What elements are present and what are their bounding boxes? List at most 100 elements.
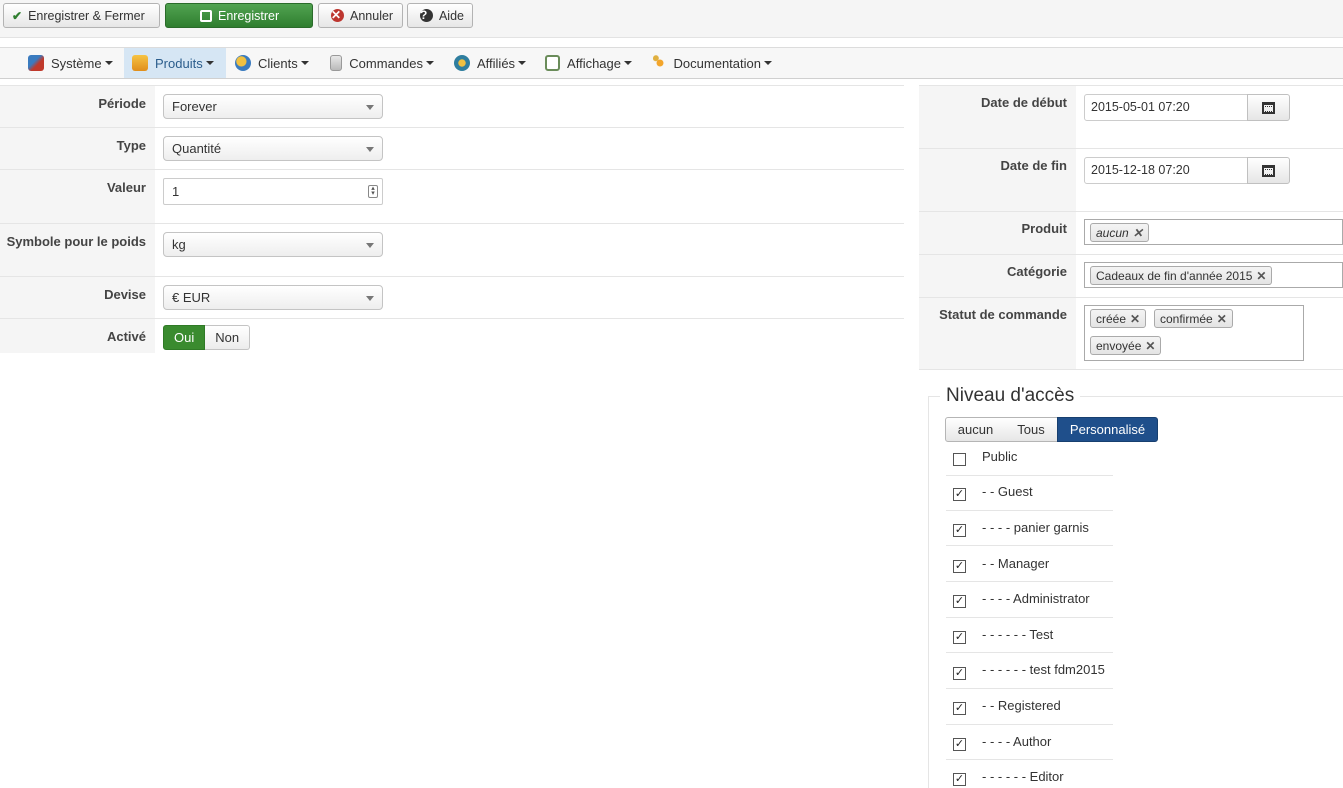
- cancel-label: Annuler: [350, 8, 394, 23]
- menu-label: Affichage: [567, 55, 621, 71]
- access-mode-custom-button[interactable]: Personnalisé: [1057, 417, 1158, 442]
- products-icon: [132, 55, 148, 71]
- save-label: Enregistrer: [218, 8, 280, 23]
- menu-item-systeme[interactable]: Système: [20, 48, 124, 78]
- access-checkbox[interactable]: ✓: [953, 488, 966, 501]
- weight-select[interactable]: kg: [163, 232, 383, 257]
- value-input[interactable]: 1 ▴ ▾: [163, 178, 383, 205]
- start-date-input[interactable]: 2015-05-01 07:20: [1084, 94, 1248, 121]
- access-checkbox[interactable]: ✓: [953, 595, 966, 608]
- main-menu: Système Produits Clients Commandes Affil…: [0, 47, 1343, 79]
- product-row: Produit aucun ✕: [919, 211, 1343, 254]
- period-value: Forever: [172, 99, 217, 114]
- end-date-calendar-button[interactable]: [1247, 157, 1290, 184]
- currency-value: € EUR: [172, 290, 211, 305]
- currency-select[interactable]: € EUR: [163, 285, 383, 310]
- access-item: ✓ - - Registered: [946, 689, 1113, 725]
- save-close-button[interactable]: ✔ Enregistrer & Fermer: [3, 3, 160, 28]
- chevron-down-icon: [366, 296, 374, 301]
- cancel-icon: ✕: [331, 9, 344, 22]
- period-row: Période Forever: [0, 85, 904, 127]
- access-checkbox[interactable]: ✓: [953, 738, 966, 751]
- start-date-calendar-button[interactable]: [1247, 94, 1290, 121]
- caret-down-icon: [518, 61, 527, 65]
- active-yes-button[interactable]: Oui: [163, 325, 206, 350]
- documentation-icon: [653, 55, 667, 71]
- access-item-label: - - Guest: [982, 484, 1033, 499]
- menu-item-produits[interactable]: Produits: [124, 48, 226, 78]
- access-checkbox[interactable]: ✓: [953, 773, 966, 786]
- caret-down-icon: [426, 61, 434, 65]
- access-item: ✓ - - - - - - Test: [946, 617, 1113, 653]
- type-label: Type: [0, 128, 155, 169]
- save-button[interactable]: Enregistrer: [165, 3, 313, 28]
- menu-label: Commandes: [349, 55, 423, 71]
- status-tag: créée ✕: [1090, 309, 1147, 328]
- type-value: Quantité: [172, 141, 222, 156]
- chevron-down-icon: [366, 243, 374, 248]
- type-select[interactable]: Quantité: [163, 136, 383, 161]
- tag-label: confirmée: [1160, 312, 1213, 326]
- access-checkbox[interactable]: ✓: [953, 631, 966, 644]
- menu-item-documentation[interactable]: Documentation: [645, 48, 780, 78]
- save-close-label: Enregistrer & Fermer: [28, 8, 145, 23]
- access-item: ✓ - - - - - - test fdm2015: [946, 653, 1113, 689]
- calendar-icon: [1262, 164, 1275, 177]
- remove-tag-icon[interactable]: ✕: [1145, 339, 1155, 353]
- spinner-icon[interactable]: ▴ ▾: [368, 185, 378, 198]
- access-checkbox[interactable]: ✓: [953, 524, 966, 537]
- customers-icon: [235, 55, 251, 71]
- category-tag: Cadeaux de fin d'année 2015 ✕: [1090, 266, 1273, 285]
- active-toggle: Oui Non: [163, 325, 251, 350]
- access-checkbox[interactable]: ✓: [953, 560, 966, 573]
- menu-label: Documentation: [673, 55, 761, 71]
- access-item: Public: [946, 440, 1113, 476]
- currency-label: Devise: [0, 277, 155, 318]
- value-label: Valeur: [0, 170, 155, 223]
- check-icon: ✔: [12, 8, 23, 23]
- value-text: 1: [172, 184, 180, 199]
- remove-tag-icon[interactable]: ✕: [1130, 312, 1140, 326]
- period-label: Période: [0, 86, 155, 127]
- menu-item-clients[interactable]: Clients: [227, 48, 317, 78]
- end-date-input[interactable]: 2015-12-18 07:20: [1084, 157, 1248, 184]
- menu-item-affilies[interactable]: Affiliés: [446, 48, 536, 78]
- access-checkbox[interactable]: ✓: [953, 702, 966, 715]
- order-status-tag-input[interactable]: créée ✕ confirmée ✕ envoyée ✕: [1084, 305, 1304, 361]
- menu-label: Affiliés: [477, 55, 516, 71]
- edit-icon: [200, 9, 212, 22]
- period-select[interactable]: Forever: [163, 94, 383, 119]
- menu-item-affichage[interactable]: Affichage: [537, 48, 640, 78]
- remove-tag-icon[interactable]: ✕: [1256, 269, 1266, 283]
- caret-down-icon: [104, 61, 113, 65]
- access-item-label: - - - - - - Editor: [982, 769, 1064, 784]
- access-mode-none-button[interactable]: aucun: [945, 417, 1006, 442]
- menu-item-commandes[interactable]: Commandes: [322, 48, 442, 78]
- access-mode-all-button[interactable]: Tous: [1005, 417, 1058, 442]
- cancel-button[interactable]: ✕ Annuler: [318, 3, 403, 28]
- category-tag-input[interactable]: Cadeaux de fin d'année 2015 ✕: [1084, 262, 1343, 288]
- tag-label: aucun: [1096, 226, 1129, 240]
- access-item-label: - - - - Administrator: [982, 591, 1090, 606]
- status-tag: confirmée ✕: [1154, 309, 1233, 328]
- start-date-row: Date de début 2015-05-01 07:20: [919, 85, 1343, 148]
- product-label: Produit: [919, 212, 1076, 254]
- category-row: Catégorie Cadeaux de fin d'année 2015 ✕: [919, 254, 1343, 297]
- access-checkbox[interactable]: ✓: [953, 667, 966, 680]
- product-tag-input[interactable]: aucun ✕: [1084, 219, 1343, 245]
- start-date-label: Date de début: [919, 86, 1076, 148]
- help-button[interactable]: ? Aide: [407, 3, 473, 28]
- access-checkbox[interactable]: [953, 453, 966, 466]
- currency-row: Devise € EUR: [0, 276, 904, 318]
- active-no-button[interactable]: Non: [205, 325, 251, 350]
- active-row: Activé Oui Non: [0, 318, 904, 353]
- help-label: Aide: [438, 8, 464, 23]
- end-date-row: Date de fin 2015-12-18 07:20: [919, 148, 1343, 211]
- remove-tag-icon[interactable]: ✕: [1217, 312, 1227, 326]
- value-row: Valeur 1 ▴ ▾: [0, 169, 904, 223]
- tag-label: créée: [1096, 312, 1127, 326]
- access-item-label: - - Manager: [982, 556, 1050, 571]
- chevron-down-icon: [366, 105, 374, 110]
- remove-tag-icon[interactable]: ✕: [1133, 226, 1143, 240]
- access-item-label: - - - - - - Test: [982, 627, 1054, 642]
